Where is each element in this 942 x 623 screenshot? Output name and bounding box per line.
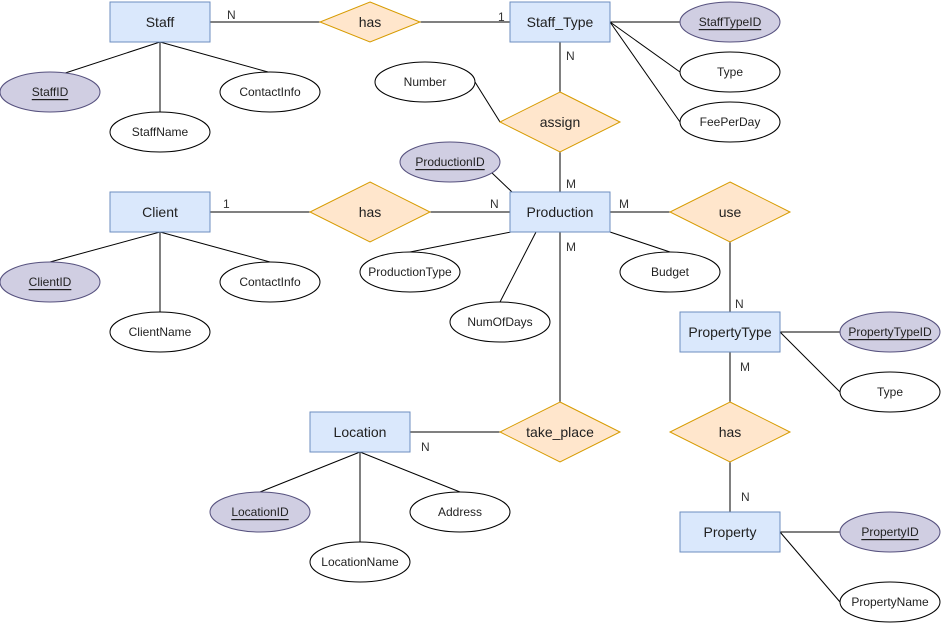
attribute-production-type[interactable]: ProductionType <box>359 251 461 293</box>
attribute-property-type-type[interactable]: Type <box>839 371 941 413</box>
relationship-label: has <box>359 14 382 30</box>
relationship-assign[interactable]: assign <box>498 91 622 153</box>
relationship-has-property[interactable]: has <box>668 401 792 463</box>
edge-production-productionid <box>490 171 513 193</box>
attribute-property-type-id[interactable]: PropertyTypeID <box>839 311 941 353</box>
attribute-label: PropertyName <box>851 595 929 609</box>
attribute-address[interactable]: Address <box>409 491 511 533</box>
attribute-label: StaffID <box>32 85 69 99</box>
edge-production-productiontype <box>409 231 512 253</box>
entity-staff[interactable]: Staff <box>109 1 211 43</box>
entity-location[interactable]: Location <box>309 411 411 453</box>
attribute-client-contact-info[interactable]: ContactInfo <box>219 261 321 303</box>
entity-staff-type[interactable]: Staff_Type <box>509 1 611 43</box>
entity-property-type[interactable]: PropertyType <box>679 311 781 353</box>
attribute-budget[interactable]: Budget <box>619 251 721 293</box>
entity-label: Client <box>142 204 178 220</box>
attribute-fee-per-day[interactable]: FeePerDay <box>679 101 781 143</box>
relationship-label: has <box>719 424 742 440</box>
attribute-label: Budget <box>651 265 690 279</box>
edge-production-numofdays <box>499 231 537 303</box>
cardinality-use-propertytype: N <box>735 297 744 311</box>
cardinality-has-stafftype: 1 <box>498 10 505 24</box>
attribute-label: NumOfDays <box>467 315 532 329</box>
attribute-label: FeePerDay <box>700 115 761 129</box>
attribute-label: ProductionID <box>415 155 485 169</box>
attribute-num-of-days[interactable]: NumOfDays <box>449 301 551 343</box>
attribute-label: StaffTypeID <box>699 15 762 29</box>
relationship-has-client[interactable]: has <box>308 181 432 243</box>
edge-location-locationid <box>259 451 361 493</box>
entity-label: Staff_Type <box>527 14 594 30</box>
edge-stafftype-type <box>609 21 681 73</box>
entity-property[interactable]: Property <box>679 511 781 553</box>
edge-assign-number <box>474 81 501 123</box>
entity-production[interactable]: Production <box>509 191 611 233</box>
entity-label: Staff <box>146 14 175 30</box>
entity-label: Property <box>704 524 757 540</box>
attribute-label: PropertyTypeID <box>848 325 932 339</box>
edge-staff-contactinfo <box>159 41 269 73</box>
edge-location-address <box>359 451 461 493</box>
attribute-label: ContactInfo <box>239 85 301 99</box>
cardinality-client-has: 1 <box>223 197 230 211</box>
attribute-label: Type <box>877 385 903 399</box>
relationship-label: has <box>359 204 382 220</box>
relationship-label: use <box>719 204 742 220</box>
attribute-label: ProductionType <box>368 265 452 279</box>
cardinality-location-takeplace: N <box>421 440 430 454</box>
attribute-production-id[interactable]: ProductionID <box>399 141 501 183</box>
edge-property-propertyname <box>779 531 841 603</box>
attribute-client-name[interactable]: ClientName <box>109 311 211 353</box>
edge-client-clientid <box>49 231 161 263</box>
cardinality-has-production: N <box>490 197 499 211</box>
entity-label: Location <box>334 424 387 440</box>
attribute-staff-type-type[interactable]: Type <box>679 51 781 93</box>
er-diagram: Staff Staff_Type Client Production Prope… <box>0 1 941 623</box>
relationship-label: take_place <box>526 424 594 440</box>
edge-production-budget <box>609 231 671 253</box>
attribute-label: LocationName <box>321 555 399 569</box>
cardinality-assign-production: M <box>566 177 576 191</box>
attribute-label: ClientID <box>29 275 72 289</box>
attribute-client-id[interactable]: ClientID <box>0 261 101 303</box>
relationship-label: assign <box>540 114 580 130</box>
cardinality-propertytype-has: M <box>740 360 750 374</box>
attribute-label: ContactInfo <box>239 275 301 289</box>
attribute-location-name[interactable]: LocationName <box>309 541 411 583</box>
cardinality-production-use: M <box>619 197 629 211</box>
attribute-label: Type <box>717 65 743 79</box>
attribute-label: Address <box>438 505 482 519</box>
attribute-location-id[interactable]: LocationID <box>209 491 311 533</box>
attribute-label: LocationID <box>231 505 289 519</box>
attribute-staff-type-id[interactable]: StaffTypeID <box>679 1 781 43</box>
relationship-has-staff[interactable]: has <box>318 1 422 43</box>
cardinality-stafftype-assign: N <box>566 49 575 63</box>
attribute-staff-contact-info[interactable]: ContactInfo <box>219 71 321 113</box>
cardinality-staff-has: N <box>227 8 236 22</box>
edge-propertytype-type <box>779 331 841 393</box>
relationship-take-place[interactable]: take_place <box>498 401 622 463</box>
entity-label: Production <box>527 204 594 220</box>
attribute-property-name[interactable]: PropertyName <box>839 581 941 623</box>
cardinality-has-property: N <box>741 490 750 504</box>
edge-client-contactinfo <box>159 231 271 263</box>
attribute-number[interactable]: Number <box>374 61 476 103</box>
entity-label: PropertyType <box>688 324 771 340</box>
cardinality-production-takeplace: M <box>566 240 576 254</box>
attribute-label: ClientName <box>129 325 192 339</box>
relationship-use[interactable]: use <box>668 181 792 243</box>
attribute-property-id[interactable]: PropertyID <box>839 511 941 553</box>
attribute-label: Number <box>404 75 447 89</box>
entity-client[interactable]: Client <box>109 191 211 233</box>
attribute-staff-id[interactable]: StaffID <box>0 71 101 113</box>
attribute-label: PropertyID <box>861 525 919 539</box>
attribute-staff-name[interactable]: StaffName <box>109 111 211 153</box>
attribute-label: StaffName <box>132 125 189 139</box>
edge-stafftype-feeperday <box>609 21 681 123</box>
